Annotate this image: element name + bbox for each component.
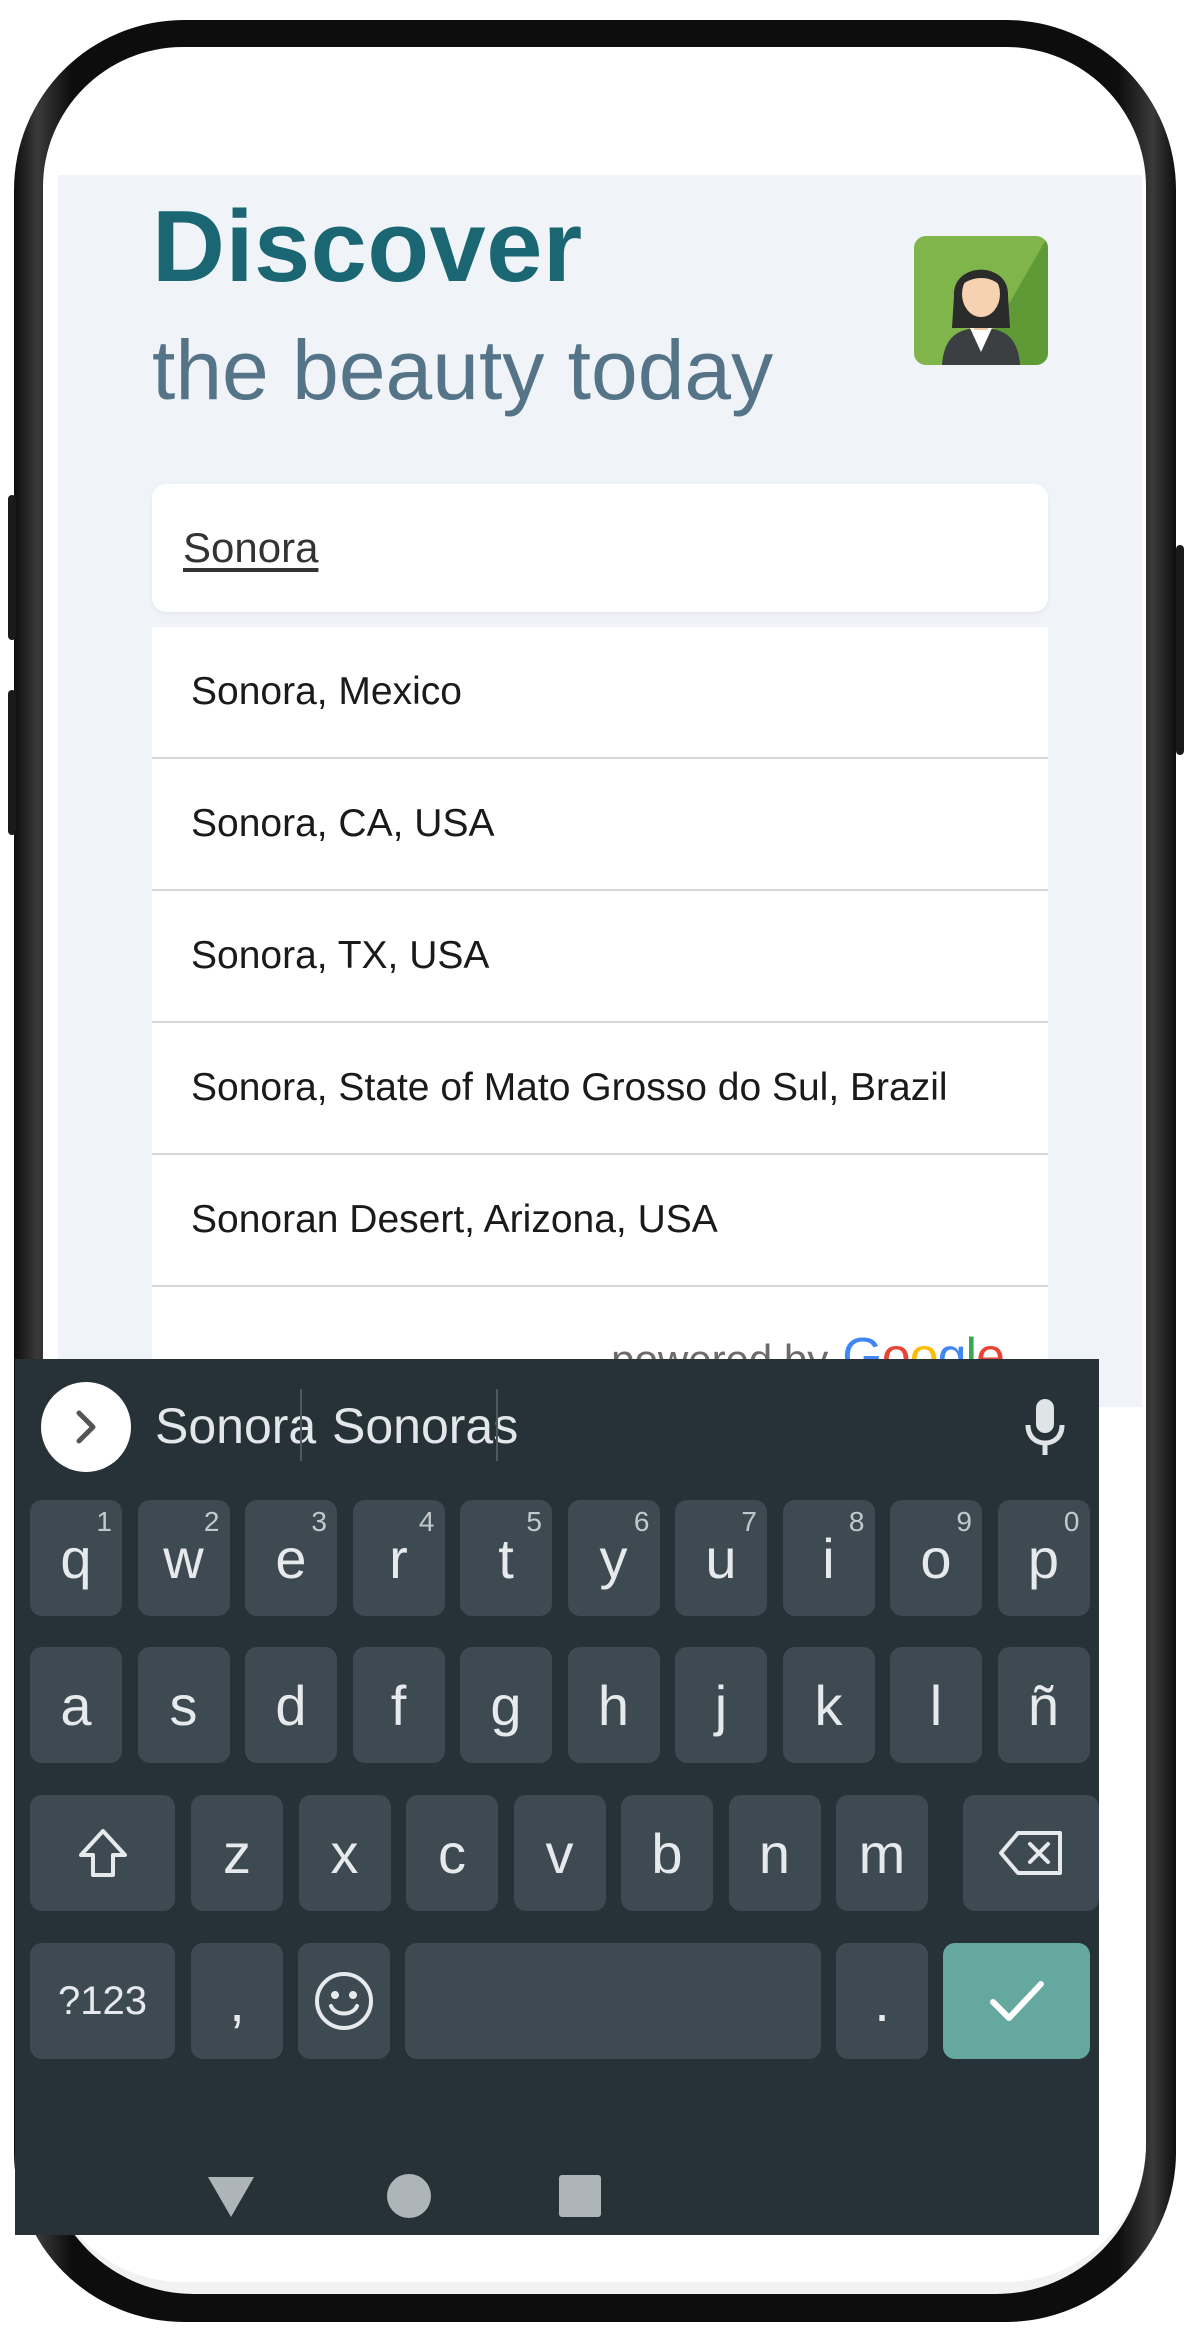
key-l[interactable]: l	[890, 1647, 982, 1763]
key-e[interactable]: e3	[245, 1500, 337, 1616]
backspace-key[interactable]	[963, 1795, 1099, 1911]
side-button-left-1	[8, 495, 16, 640]
key-w[interactable]: w2	[137, 1500, 230, 1616]
key-v[interactable]: v	[513, 1795, 606, 1911]
key-i[interactable]: i8	[782, 1500, 875, 1616]
page-title: Discover	[152, 191, 583, 303]
space-key[interactable]	[405, 1943, 821, 2059]
suggestion-item[interactable]: Sonora, CA, USA	[152, 759, 1048, 891]
keyboard-suggestion-2[interactable]: Sonoras	[332, 1397, 518, 1455]
soft-keyboard: Sonora Sonoras q1w2e3r4t5y6u7i8o9p0 asdfg…	[15, 1359, 1099, 2235]
suggestion-item[interactable]: Sonora, State of Mato Grosso do Sul, Bra…	[152, 1023, 1048, 1155]
key-u[interactable]: u7	[675, 1500, 767, 1616]
key-g[interactable]: g	[460, 1647, 552, 1763]
search-input[interactable]: Sonora	[152, 484, 1048, 612]
backspace-icon	[999, 1831, 1062, 1875]
key-q[interactable]: q1	[30, 1500, 122, 1616]
key-hint: 0	[1063, 1506, 1080, 1537]
key-d[interactable]: d	[245, 1647, 337, 1763]
period-key[interactable]: .	[836, 1943, 928, 2059]
key-b[interactable]: b	[621, 1795, 713, 1911]
shift-key[interactable]	[30, 1795, 175, 1911]
suggestion-divider	[496, 1389, 498, 1461]
key-y[interactable]: y6	[567, 1500, 660, 1616]
enter-key[interactable]	[943, 1943, 1090, 2059]
nav-recents-icon[interactable]	[558, 2174, 602, 2218]
avatar[interactable]	[914, 236, 1048, 365]
key-hint: 9	[956, 1506, 972, 1537]
page-subtitle: the beauty today	[152, 323, 774, 417]
chevron-right-icon	[76, 1410, 96, 1444]
key-hint: 7	[741, 1506, 757, 1537]
key-a[interactable]: a	[30, 1647, 122, 1763]
microphone-icon[interactable]	[1023, 1397, 1067, 1461]
key-h[interactable]: h	[567, 1647, 660, 1763]
comma-key[interactable]: ,	[191, 1943, 283, 2059]
shift-icon	[78, 1829, 127, 1877]
key-hint: 1	[96, 1506, 112, 1537]
keyboard-menu-toggle[interactable]	[41, 1382, 131, 1472]
suggestion-divider	[300, 1389, 302, 1461]
key-f[interactable]: f	[352, 1647, 445, 1763]
side-button-right	[1176, 545, 1184, 755]
key-x[interactable]: x	[298, 1795, 391, 1911]
side-button-left-2	[8, 690, 16, 835]
nav-home-icon[interactable]	[385, 2172, 433, 2220]
suggestion-item[interactable]: Sonora, Mexico	[152, 627, 1048, 759]
key-hint: 2	[203, 1506, 220, 1537]
key-o[interactable]: o9	[890, 1500, 982, 1616]
key-c[interactable]: c	[406, 1795, 498, 1911]
user-avatar-icon	[942, 236, 1048, 365]
nav-back-icon[interactable]	[206, 2175, 256, 2219]
emoji-icon	[315, 1972, 373, 2030]
key-hint: 3	[311, 1506, 327, 1537]
key-s[interactable]: s	[137, 1647, 230, 1763]
keyboard-suggestion-1[interactable]: Sonora	[155, 1397, 316, 1455]
checkmark-icon	[989, 1981, 1044, 2021]
key-n[interactable]: n	[728, 1795, 821, 1911]
emoji-key[interactable]	[298, 1943, 390, 2059]
search-input-value: Sonora	[183, 524, 319, 571]
key-ñ[interactable]: ñ	[997, 1647, 1090, 1763]
suggestion-item[interactable]: Sonoran Desert, Arizona, USA	[152, 1155, 1048, 1287]
key-r[interactable]: r4	[352, 1500, 445, 1616]
key-z[interactable]: z	[191, 1795, 283, 1911]
key-k[interactable]: k	[782, 1647, 875, 1763]
autocomplete-list: Sonora, Mexico Sonora, CA, USA Sonora, T…	[152, 627, 1048, 1401]
key-p[interactable]: p0	[997, 1500, 1090, 1616]
key-t[interactable]: t5	[460, 1500, 552, 1616]
symbols-key[interactable]: ?123	[30, 1943, 175, 2059]
key-hint: 8	[848, 1506, 865, 1537]
key-m[interactable]: m	[836, 1795, 928, 1911]
key-hint: 6	[633, 1506, 650, 1537]
key-hint: 4	[418, 1506, 435, 1537]
key-j[interactable]: j	[675, 1647, 767, 1763]
suggestion-item[interactable]: Sonora, TX, USA	[152, 891, 1048, 1023]
key-hint: 5	[526, 1506, 542, 1537]
